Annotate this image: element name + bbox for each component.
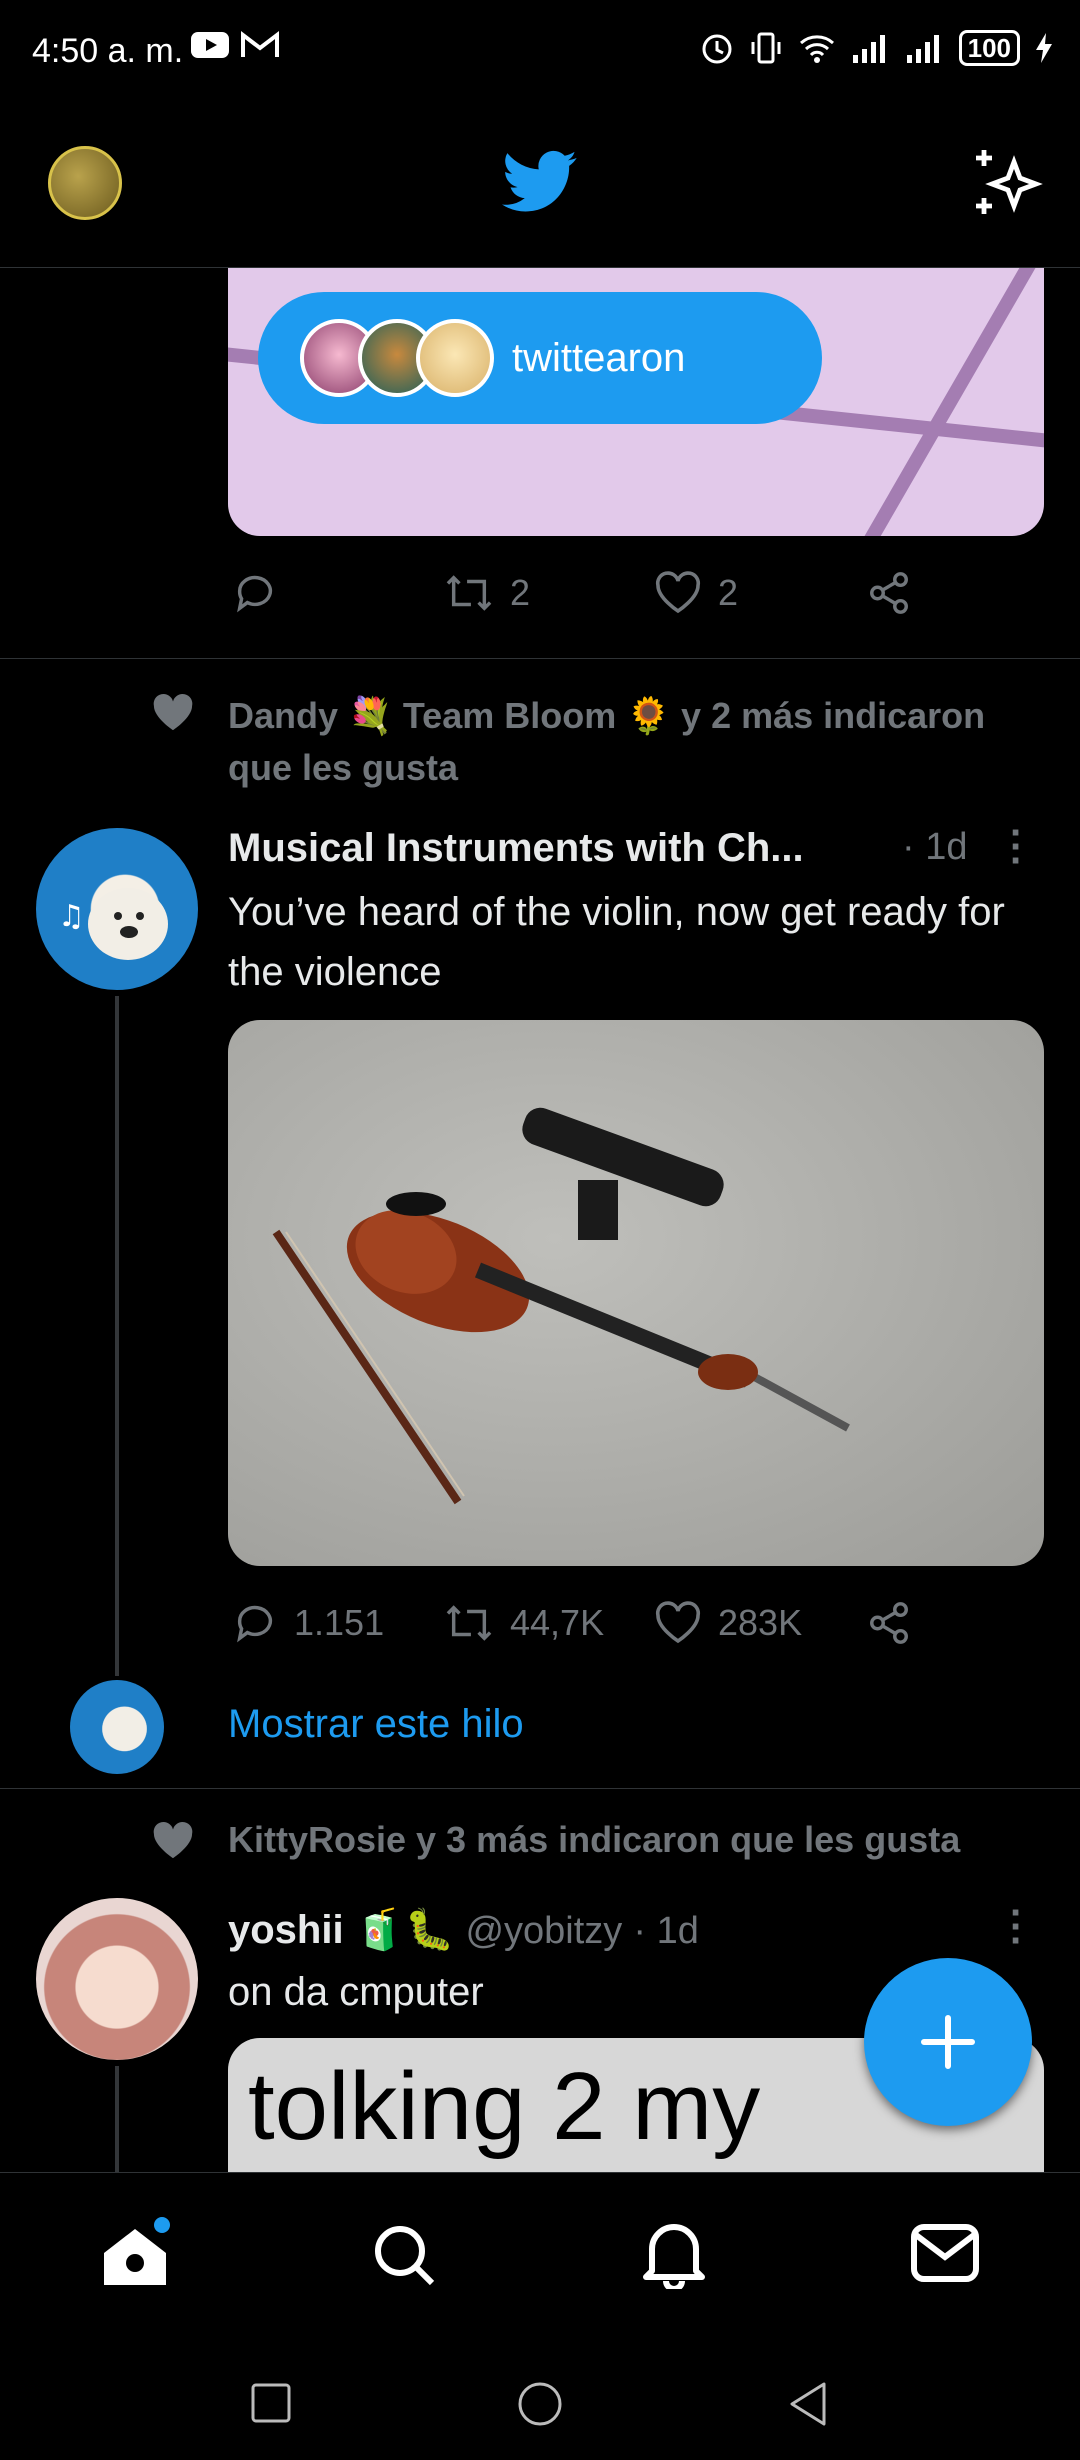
retweet-count: 44,7K — [510, 1602, 605, 1643]
social-context[interactable]: KittyRosie y 3 más indicaron que les gus… — [228, 1814, 1048, 1866]
thread-avatar[interactable] — [70, 1680, 164, 1774]
avatar[interactable] — [36, 1898, 198, 2060]
gmail-icon — [241, 30, 279, 57]
status-time: 4:50 a. m. — [32, 32, 184, 70]
bottom-navigation — [0, 2172, 1080, 2340]
vibrate-icon — [751, 32, 781, 64]
retweet-icon — [446, 1605, 492, 1641]
battery-indicator: 100 — [958, 30, 1020, 66]
status-system-icons: 100 — [699, 30, 1054, 66]
thread-line — [115, 996, 119, 1676]
divider — [0, 1788, 1080, 1789]
author-name[interactable]: yoshii 🧃🐛 — [228, 1908, 454, 1952]
new-tweets-pill[interactable]: ↑ twittearon — [258, 292, 822, 424]
like-button[interactable]: 2 — [654, 570, 738, 616]
status-bar: 4:50 a. m. 100 — [0, 0, 1080, 100]
nav-notifications[interactable] — [640, 2219, 708, 2294]
heart-filled-icon — [153, 693, 193, 731]
heart-icon — [655, 571, 701, 614]
retweet-icon — [446, 575, 492, 611]
avatar[interactable]: ♫ — [36, 828, 198, 990]
tweet-time[interactable]: · 1d — [902, 826, 967, 869]
violin-image — [272, 1107, 850, 1505]
tweet-header: yoshii 🧃🐛 @yobitzy · 1d — [228, 1906, 699, 1953]
charging-icon — [1036, 33, 1052, 63]
social-context[interactable]: Dandy 💐 Team Bloom 🌻 y 2 más indicaron q… — [228, 690, 1048, 794]
like-count: 2 — [718, 572, 739, 613]
reply-count: 1.151 — [294, 1602, 385, 1643]
retweet-count: 2 — [510, 572, 531, 613]
bell-icon — [643, 2224, 705, 2292]
share-button[interactable] — [866, 1600, 912, 1646]
author-name[interactable]: Musical Instruments with Ch... — [228, 826, 878, 871]
system-navigation-bar — [0, 2340, 1080, 2460]
notification-dot — [154, 2217, 170, 2233]
home-circle-icon[interactable] — [516, 2380, 564, 2428]
alarm-icon — [702, 34, 732, 64]
recents-square-icon[interactable] — [250, 2382, 292, 2424]
show-thread-link[interactable]: Mostrar este hilo — [228, 1702, 524, 1747]
retweet-button[interactable]: 2 — [444, 570, 530, 616]
reply-icon — [237, 1605, 273, 1643]
plus-icon — [921, 2015, 975, 2069]
twitter-bird-icon[interactable] — [502, 150, 578, 214]
reply-icon — [237, 575, 273, 613]
search-icon — [375, 2226, 435, 2286]
compose-tweet-button[interactable] — [864, 1958, 1032, 2126]
share-button[interactable] — [866, 570, 912, 616]
new-tweets-label: twittearon — [512, 335, 686, 380]
divider — [0, 658, 1080, 659]
like-count: 283K — [718, 1602, 803, 1643]
more-options-icon[interactable]: · · · — [1010, 1893, 1023, 1961]
image-caption: tolking 2 my — [248, 2053, 761, 2160]
retweet-button[interactable]: 44,7K — [444, 1600, 604, 1646]
author-handle[interactable]: @yobitzy — [465, 1910, 622, 1952]
mail-icon — [911, 2224, 979, 2282]
nav-home[interactable] — [98, 2217, 172, 2294]
signal-icon — [852, 35, 885, 63]
reply-button[interactable] — [232, 570, 278, 616]
tweet-time[interactable]: · 1d — [633, 1910, 698, 1952]
heart-icon — [655, 1601, 701, 1644]
share-icon — [870, 1602, 908, 1644]
avatar — [416, 319, 494, 397]
wifi-icon — [799, 35, 834, 63]
back-triangle-icon[interactable] — [786, 2380, 830, 2428]
thread-line — [115, 2066, 119, 2172]
tweet-text: You’ve heard of the violin, now get read… — [228, 890, 1005, 994]
share-icon — [870, 572, 908, 614]
heart-filled-icon — [153, 1821, 193, 1859]
tweet-text: on da cmputer — [228, 1970, 484, 2014]
signal-icon-2 — [906, 35, 939, 63]
nav-messages[interactable] — [910, 2223, 980, 2288]
reply-button[interactable]: 1.151 — [232, 1600, 384, 1646]
profile-avatar[interactable] — [48, 146, 122, 220]
sparkle-icon[interactable] — [970, 146, 1046, 218]
ocarina-icon: ♫ — [58, 888, 168, 960]
like-button[interactable]: 283K — [654, 1600, 802, 1646]
tweet-media[interactable] — [228, 1020, 1044, 1566]
svg-text:♫: ♫ — [58, 899, 85, 934]
status-notification-icons — [190, 30, 280, 60]
youtube-icon — [191, 32, 229, 58]
more-options-icon[interactable]: · · · — [1010, 813, 1023, 881]
nav-search[interactable] — [370, 2221, 438, 2294]
